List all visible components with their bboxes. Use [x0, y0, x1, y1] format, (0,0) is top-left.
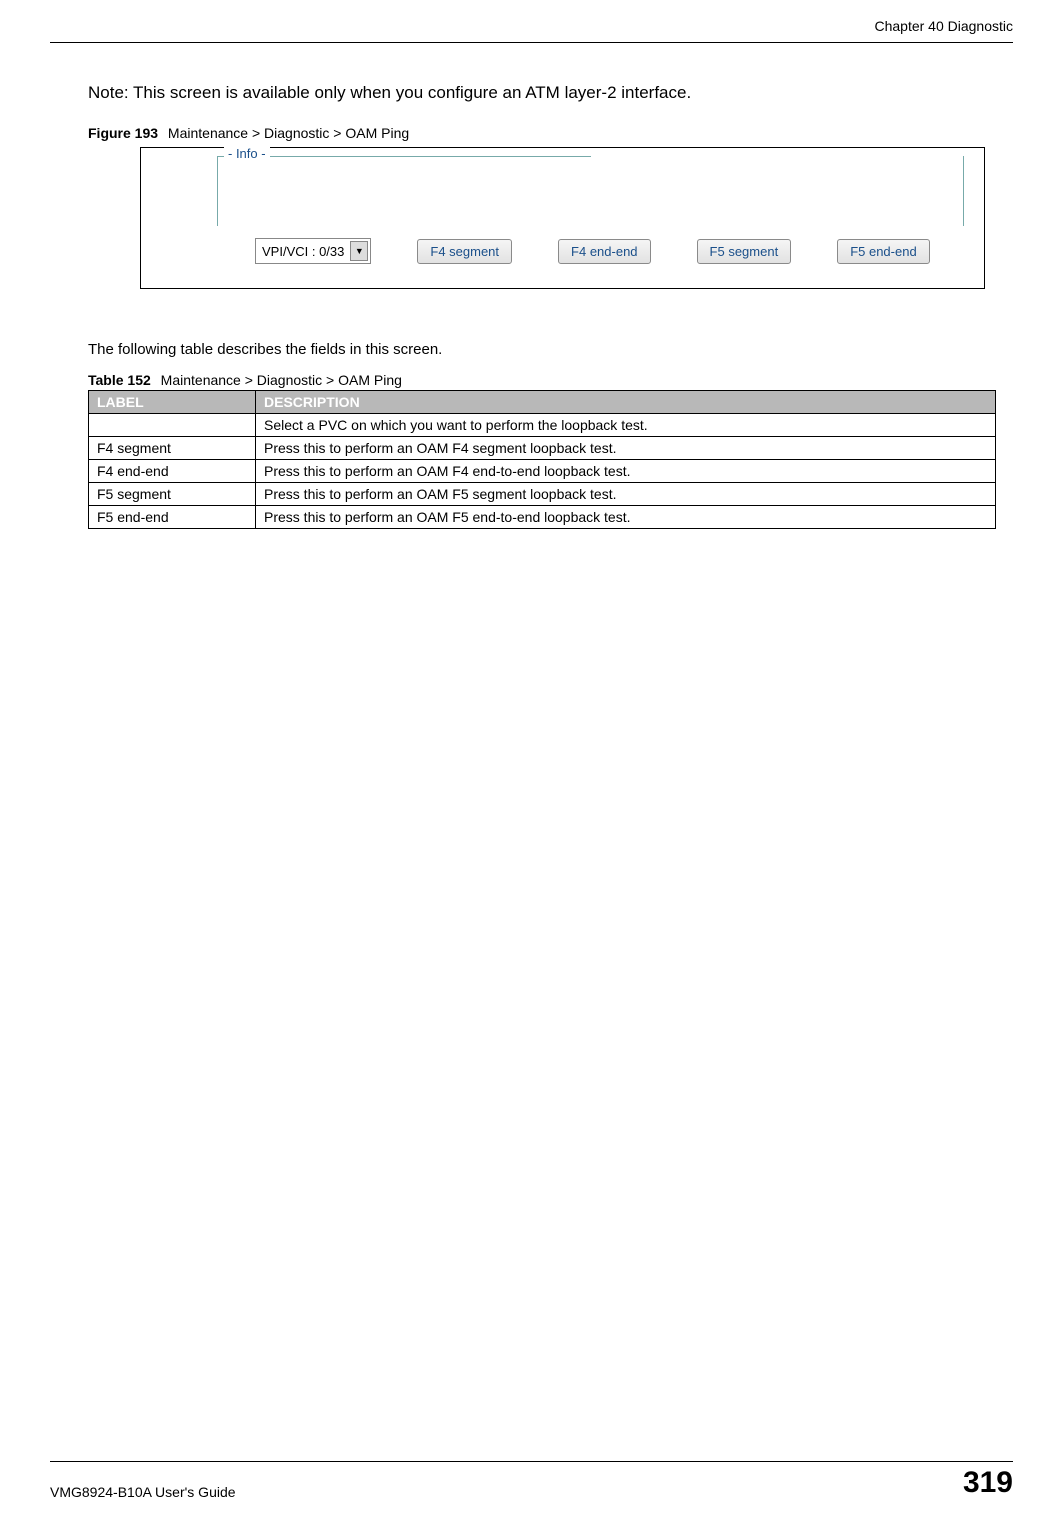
table-intro-text: The following table describes the fields… [88, 341, 1013, 358]
page-footer: VMG8924-B10A User's Guide 319 [50, 1461, 1013, 1500]
figure-title: Maintenance > Diagnostic > OAM Ping [168, 125, 409, 141]
vpi-vci-select[interactable]: VPI/VCI : 0/33 ▼ [255, 238, 371, 264]
table-row: Select a PVC on which you want to perfor… [89, 414, 996, 437]
f4-end-end-button[interactable]: F4 end-end [558, 239, 651, 264]
table-row: F5 end-end Press this to perform an OAM … [89, 506, 996, 529]
cell-desc: Select a PVC on which you want to perfor… [256, 414, 996, 437]
figure-label: Figure 193 [88, 125, 158, 141]
cell-desc: Press this to perform an OAM F4 end-to-e… [256, 460, 996, 483]
table-title: Maintenance > Diagnostic > OAM Ping [161, 372, 402, 388]
table-row: F5 segment Press this to perform an OAM … [89, 483, 996, 506]
info-panel: - Info - [217, 156, 964, 226]
col-header-label: LABEL [89, 391, 256, 414]
f5-end-end-button[interactable]: F5 end-end [837, 239, 930, 264]
col-header-description: DESCRIPTION [256, 391, 996, 414]
header-rule [50, 42, 1013, 43]
cell-desc: Press this to perform an OAM F5 end-to-e… [256, 506, 996, 529]
chapter-header: Chapter 40 Diagnostic [50, 18, 1013, 34]
footer-guide-name: VMG8924-B10A User's Guide [50, 1484, 236, 1500]
cell-label: F4 segment [89, 437, 256, 460]
table-row: F4 end-end Press this to perform an OAM … [89, 460, 996, 483]
footer-rule [50, 1461, 1013, 1462]
description-table: LABEL DESCRIPTION Select a PVC on which … [88, 390, 996, 529]
figure-caption: Figure 193 Maintenance > Diagnostic > OA… [88, 125, 1013, 141]
vpi-vci-value: VPI/VCI : 0/33 [262, 244, 344, 259]
cell-desc: Press this to perform an OAM F4 segment … [256, 437, 996, 460]
page-number: 319 [963, 1466, 1013, 1500]
cell-label: F5 end-end [89, 506, 256, 529]
table-label: Table 152 [88, 372, 151, 388]
cell-label [89, 414, 256, 437]
cell-label: F4 end-end [89, 460, 256, 483]
table-header-row: LABEL DESCRIPTION [89, 391, 996, 414]
table-row: F4 segment Press this to perform an OAM … [89, 437, 996, 460]
cell-desc: Press this to perform an OAM F5 segment … [256, 483, 996, 506]
chevron-down-icon: ▼ [350, 241, 368, 261]
cell-label: F5 segment [89, 483, 256, 506]
figure-screenshot: - Info - VPI/VCI : 0/33 ▼ F4 segment F4 … [140, 147, 985, 289]
info-panel-label: - Info - [224, 146, 270, 161]
note-text: Note: This screen is available only when… [88, 83, 1013, 103]
f5-segment-button[interactable]: F5 segment [697, 239, 792, 264]
f4-segment-button[interactable]: F4 segment [417, 239, 512, 264]
table-caption: Table 152 Maintenance > Diagnostic > OAM… [88, 372, 1013, 388]
